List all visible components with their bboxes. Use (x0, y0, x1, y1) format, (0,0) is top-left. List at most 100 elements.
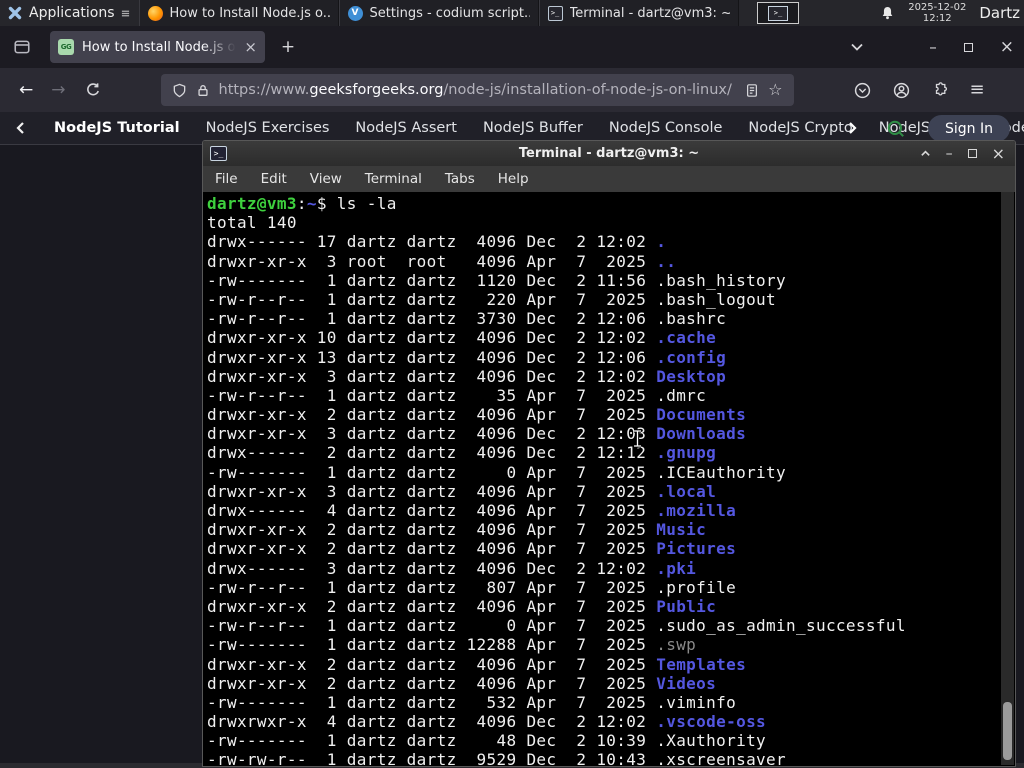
tab-close-icon[interactable]: × (244, 39, 257, 55)
file-row: -rw-r--r-- 1 dartz dartz 3730 Dec 2 12:0… (207, 309, 727, 329)
menu-hamburger-icon[interactable]: ≡ (970, 81, 985, 99)
lock-icon[interactable] (196, 83, 210, 98)
terminal-prompt-line: dartz@vm3:~$ ls -la (207, 194, 397, 213)
nav-item-nodejs-tutorial[interactable]: NodeJS Tutorial (54, 120, 180, 136)
geeksforgeeks-favicon (58, 39, 74, 55)
window-button-title: Terminal - dartz@vm3: ~ (569, 5, 730, 21)
terminal-scrollbar[interactable] (1001, 192, 1014, 765)
window-close-button[interactable]: × (1000, 37, 1014, 57)
terminal-close-button[interactable]: × (992, 144, 1005, 163)
url-bar[interactable]: https://www.geeksforgeeks.org/node-js/in… (160, 74, 794, 106)
file-row: drwxr-xr-x 3 dartz dartz 4096 Dec 2 12:0… (207, 366, 727, 386)
workspace-switcher[interactable] (757, 2, 799, 24)
file-name: .viminfo (656, 692, 737, 712)
bookmark-star-icon[interactable]: ☆ (768, 82, 782, 98)
file-name: .sudo_as_admin_successful (656, 616, 906, 636)
terminal-window: Terminal - dartz@vm3: ~ – × File Edit View… (202, 140, 1016, 767)
file-row: drwxr-xr-x 2 dartz dartz 4096 Apr 7 2025… (207, 520, 707, 540)
terminal-minimize-button[interactable]: – (946, 146, 953, 162)
window-maximize-button[interactable] (963, 42, 973, 52)
clock-date: 2025-12-02 (908, 2, 967, 13)
file-name: Templates (656, 654, 747, 674)
file-row: drwx------ 17 dartz dartz 4096 Dec 2 12:… (207, 232, 667, 252)
window-button-vscodium[interactable]: Settings - codium script... (338, 0, 539, 26)
window-minimize-button[interactable]: – (929, 38, 937, 56)
file-row: -rw------- 1 dartz dartz 0 Apr 7 2025 .I… (207, 462, 787, 482)
terminal-mini-icon (768, 5, 788, 21)
file-row: drwxr-xr-x 2 dartz dartz 4096 Apr 7 2025… (207, 596, 717, 616)
file-row: -rw-rw-r-- 1 dartz dartz 9529 Dec 2 10:4… (207, 750, 1001, 766)
nav-scroll-left-icon[interactable] (14, 121, 28, 135)
top-panel: Applications How to Install Node.js o...… (0, 0, 1024, 26)
browser-tab[interactable]: How to Install Node.js on × (50, 31, 265, 63)
file-row: -rw------- 1 dartz dartz 1120 Dec 2 11:5… (207, 270, 787, 290)
clock[interactable]: 2025-12-02 12:12 (908, 2, 966, 24)
panel-right: 2025-12-02 12:12 Dartz (880, 0, 1024, 26)
terminal-menu-edit[interactable]: Edit (261, 171, 287, 187)
file-name: .cache (656, 328, 717, 348)
browser-toolbar: ← → https://www.geeksforgeeks.org/node-j… (0, 68, 1024, 112)
window-button-firefox[interactable]: How to Install Node.js o... (138, 0, 339, 26)
terminal-menu-help[interactable]: Help (498, 171, 529, 187)
pocket-icon[interactable] (854, 82, 871, 99)
terminal-menu-view[interactable]: View (310, 171, 342, 187)
terminal-shade-icon[interactable] (920, 148, 931, 159)
file-row: -rw-r--r-- 1 dartz dartz 0 Apr 7 2025 .s… (207, 616, 906, 636)
applications-menu[interactable]: Applications (0, 0, 137, 26)
nav-item-nodejs-assert[interactable]: NodeJS Assert (355, 120, 457, 136)
forward-button[interactable]: → (42, 80, 74, 100)
nav-item-nodejs-crypto[interactable]: NodeJS Crypto (748, 120, 852, 136)
terminal-menu-file[interactable]: File (215, 171, 238, 187)
notification-bell-icon[interactable] (880, 5, 895, 21)
panel-user-label[interactable]: Dartz (979, 4, 1020, 22)
sign-in-button[interactable]: Sign In (928, 115, 1010, 142)
file-row: drwx------ 3 dartz dartz 4096 Dec 2 12:0… (207, 558, 697, 578)
file-name: Videos (656, 673, 717, 693)
file-row: drwxr-xr-x 10 dartz dartz 4096 Dec 2 12:… (207, 328, 717, 348)
terminal-menu-terminal[interactable]: Terminal (365, 171, 422, 187)
file-name: Music (656, 520, 707, 540)
file-name: .profile (656, 577, 737, 597)
applications-label: Applications (29, 5, 115, 21)
file-name: .dmrc (656, 385, 707, 405)
search-icon[interactable] (886, 119, 906, 139)
file-name: .pki (656, 558, 697, 578)
file-row: drwx------ 2 dartz dartz 4096 Dec 2 12:1… (207, 443, 717, 463)
toolbar-right-icons: ≡ (854, 81, 985, 99)
file-name: .vscode-oss (656, 712, 767, 732)
file-name: .ICEauthority (656, 462, 787, 482)
terminal-titlebar[interactable]: Terminal - dartz@vm3: ~ – × (203, 141, 1015, 166)
file-name: Desktop (656, 366, 727, 386)
tracking-protection-shield-icon[interactable] (172, 83, 187, 98)
nav-item-nodejs-buffer[interactable]: NodeJS Buffer (483, 120, 583, 136)
file-name: .Xauthority (656, 731, 767, 751)
file-name: .gnupg (656, 443, 717, 463)
file-row: drwxr-xr-x 2 dartz dartz 4096 Apr 7 2025… (207, 405, 747, 425)
tab-title: How to Install Node.js on (82, 39, 237, 55)
terminal-maximize-button[interactable] (967, 149, 977, 158)
file-row: -rw-r--r-- 1 dartz dartz 807 Apr 7 2025 … (207, 577, 737, 597)
list-all-tabs-icon[interactable] (850, 40, 864, 54)
nav-item-nodejs-exercises[interactable]: NodeJS Exercises (206, 120, 330, 136)
terminal-menu-tabs[interactable]: Tabs (445, 171, 475, 187)
nav-item-nodejs-console[interactable]: NodeJS Console (609, 120, 723, 136)
window-button-list: How to Install Node.js o... Settings - co… (138, 0, 739, 26)
terminal-scrollbar-thumb[interactable] (1003, 702, 1012, 760)
reader-view-icon[interactable] (745, 83, 759, 98)
file-name: .bash_history (656, 270, 787, 290)
workspace-cell[interactable] (757, 2, 799, 24)
reload-button[interactable] (79, 82, 107, 98)
firefox-view-button[interactable] (8, 33, 36, 61)
back-button[interactable]: ← (10, 80, 42, 100)
new-tab-button[interactable]: + (275, 34, 301, 60)
window-button-title: Settings - codium script... (369, 5, 530, 21)
tab-bar: How to Install Node.js on × + – × (0, 26, 1024, 68)
window-button-terminal[interactable]: Terminal - dartz@vm3: ~ (538, 0, 739, 26)
file-row: drwxr-xr-x 3 dartz dartz 4096 Dec 2 12:0… (207, 424, 747, 444)
file-name: Pictures (656, 539, 737, 559)
nav-scroll-right-icon[interactable] (845, 121, 859, 135)
file-row: drwxr-xr-x 3 dartz dartz 4096 Apr 7 2025… (207, 481, 717, 501)
account-icon[interactable] (893, 82, 910, 99)
terminal-screen[interactable]: dartz@vm3:~$ ls -la total 140 drwx------ 1… (204, 192, 1001, 766)
extensions-puzzle-icon[interactable] (932, 82, 948, 98)
